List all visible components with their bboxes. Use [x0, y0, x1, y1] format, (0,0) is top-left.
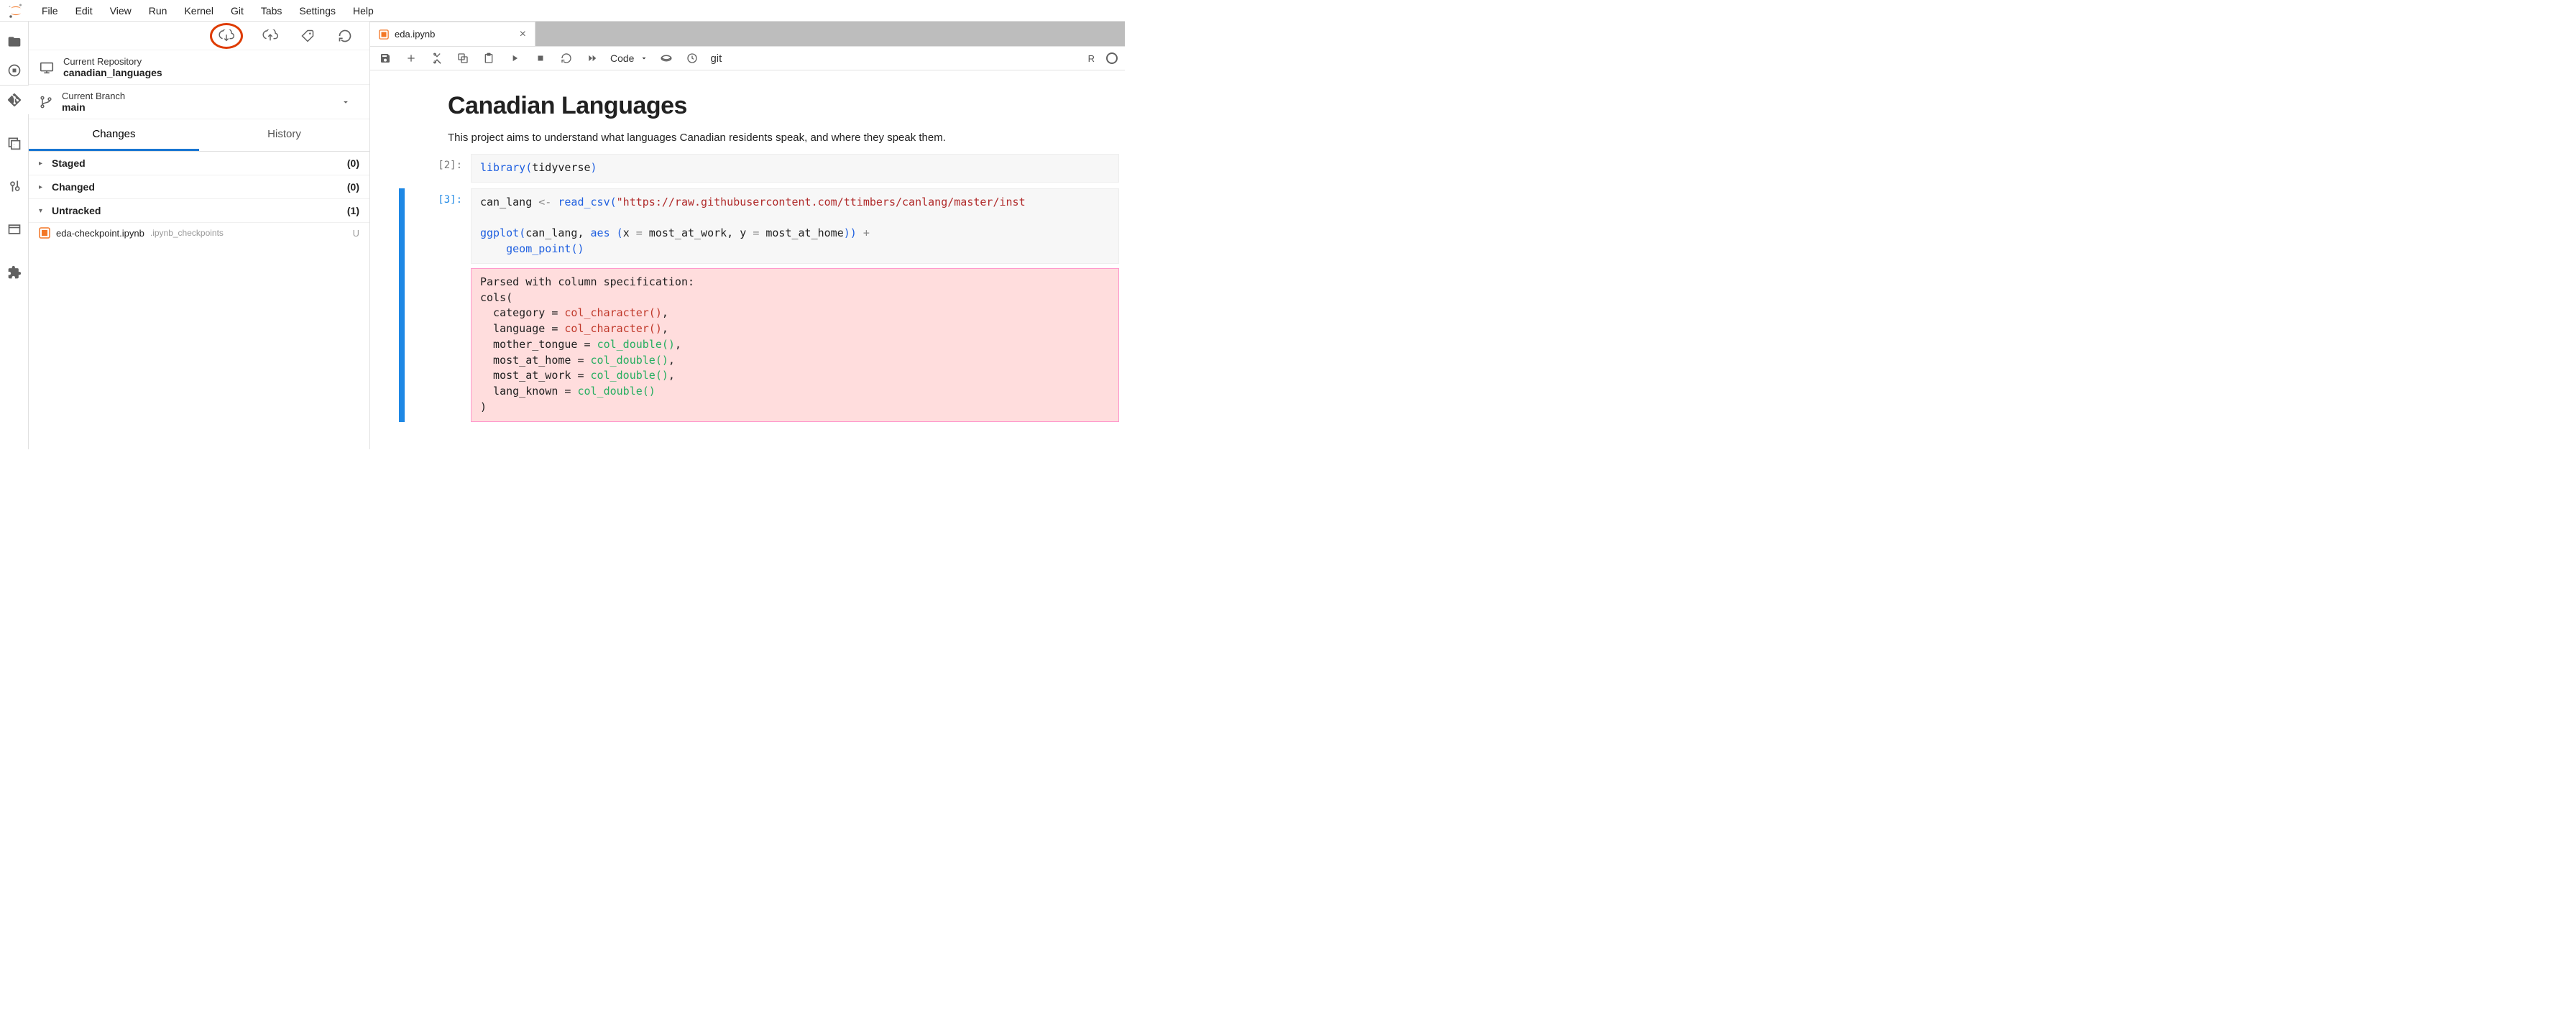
repo-name: canadian_languages — [63, 67, 162, 78]
section-staged-count: (0) — [347, 157, 359, 169]
activity-bar: : — [0, 22, 29, 449]
copy-button[interactable] — [455, 50, 471, 66]
untracked-file-row[interactable]: eda-checkpoint.ipynb .ipynb_checkpoints … — [29, 223, 369, 243]
code-cell[interactable]: [2]: library(tidyverse) — [399, 151, 1125, 185]
run-button[interactable] — [507, 50, 523, 66]
git-label: git — [710, 52, 722, 65]
section-staged-title: Staged — [52, 157, 86, 169]
activity-commands[interactable]: : — [0, 129, 29, 157]
activity-tabs[interactable] — [0, 215, 29, 244]
svg-text::: : — [13, 142, 14, 149]
restart-button[interactable] — [558, 50, 574, 66]
git-pull-button[interactable] — [216, 26, 236, 46]
close-tab-button[interactable]: × — [520, 28, 526, 41]
current-repository: Current Repository canadian_languages — [29, 50, 369, 85]
section-changed-count: (0) — [347, 181, 359, 193]
notebook-icon — [39, 227, 50, 239]
timing-button[interactable] — [684, 50, 700, 66]
git-tag-button[interactable] — [298, 26, 318, 46]
menu-tabs[interactable]: Tabs — [252, 2, 291, 19]
kernel-short[interactable]: R — [1088, 53, 1095, 64]
editor-tab-title: eda.ipynb — [395, 29, 435, 40]
cell-prompt: [2]: — [405, 154, 471, 183]
activity-settings[interactable] — [0, 172, 29, 201]
run-all-button[interactable] — [584, 50, 600, 66]
untracked-file-dir: .ipynb_checkpoints — [150, 228, 224, 238]
activity-extensions[interactable] — [0, 258, 29, 287]
section-untracked-count: (1) — [347, 205, 359, 216]
caret-icon: ▸ — [39, 160, 46, 167]
current-branch[interactable]: Current Branch main — [29, 85, 369, 119]
menu-git[interactable]: Git — [222, 2, 252, 19]
menu-run[interactable]: Run — [140, 2, 176, 19]
cell-type-label: Code — [610, 52, 634, 64]
menu-bar: File Edit View Run Kernel Git Tabs Setti… — [0, 0, 1125, 22]
notebook-area: eda.ipynb × Code — [370, 22, 1125, 449]
tab-history[interactable]: History — [199, 119, 369, 151]
menu-kernel[interactable]: Kernel — [175, 2, 221, 19]
cell-type-select[interactable]: Code — [610, 52, 648, 64]
chevron-down-icon — [341, 97, 359, 107]
editor-tab[interactable]: eda.ipynb × — [370, 22, 535, 46]
section-untracked-title: Untracked — [52, 205, 101, 216]
tab-changes[interactable]: Changes — [29, 119, 199, 151]
menu-help[interactable]: Help — [344, 2, 382, 19]
branch-name: main — [62, 101, 125, 113]
section-changed-title: Changed — [52, 181, 95, 193]
render-button[interactable] — [658, 50, 674, 66]
notebook-intro: This project aims to understand what lan… — [448, 132, 1096, 144]
repo-label: Current Repository — [63, 56, 162, 67]
activity-files[interactable] — [0, 27, 29, 56]
notebook-body[interactable]: Canadian Languages This project aims to … — [370, 70, 1125, 449]
paste-button[interactable] — [481, 50, 497, 66]
cut-button[interactable] — [429, 50, 445, 66]
git-refresh-button[interactable] — [335, 26, 355, 46]
chevron-down-icon — [640, 54, 648, 63]
section-changed[interactable]: ▸ Changed (0) — [29, 175, 369, 199]
untracked-file-status: U — [353, 228, 359, 239]
activity-running[interactable] — [0, 56, 29, 85]
cell-output: Parsed with column specification: cols( … — [471, 268, 1119, 422]
git-push-button[interactable] — [260, 26, 280, 46]
insert-cell-button[interactable] — [403, 50, 419, 66]
section-staged[interactable]: ▸ Staged (0) — [29, 152, 369, 175]
editor-tabstrip: eda.ipynb × — [370, 22, 1125, 46]
notebook-title: Canadian Languages — [448, 92, 1096, 120]
git-subtabs: Changes History — [29, 119, 369, 152]
menu-edit[interactable]: Edit — [67, 2, 101, 19]
code-input[interactable]: can_lang <- read_csv("https://raw.github… — [471, 188, 1119, 264]
notebook-icon — [379, 29, 389, 40]
markdown-cell[interactable]: Canadian Languages This project aims to … — [399, 85, 1125, 151]
notebook-toolbar: Code git R — [370, 46, 1125, 70]
menu-file[interactable]: File — [33, 2, 67, 19]
stop-button[interactable] — [533, 50, 548, 66]
menu-view[interactable]: View — [101, 2, 140, 19]
caret-icon: ▸ — [39, 183, 46, 191]
activity-git[interactable] — [0, 86, 29, 114]
jupyter-logo — [6, 1, 26, 21]
section-untracked[interactable]: ▾ Untracked (1) — [29, 199, 369, 223]
caret-down-icon: ▾ — [39, 207, 46, 215]
code-input[interactable]: library(tidyverse) — [471, 154, 1119, 183]
menu-settings[interactable]: Settings — [290, 2, 344, 19]
untracked-file-name: eda-checkpoint.ipynb — [56, 228, 144, 239]
git-toolbar — [29, 22, 369, 50]
branch-label: Current Branch — [62, 91, 125, 101]
cell-prompt: [3]: — [405, 188, 471, 422]
highlight-annotation — [210, 23, 243, 49]
git-panel: Current Repository canadian_languages Cu… — [29, 22, 370, 449]
kernel-status-icon[interactable] — [1106, 52, 1118, 64]
code-cell-active[interactable]: [3]: can_lang <- read_csv("https://raw.g… — [399, 185, 1125, 425]
save-button[interactable] — [377, 50, 393, 66]
